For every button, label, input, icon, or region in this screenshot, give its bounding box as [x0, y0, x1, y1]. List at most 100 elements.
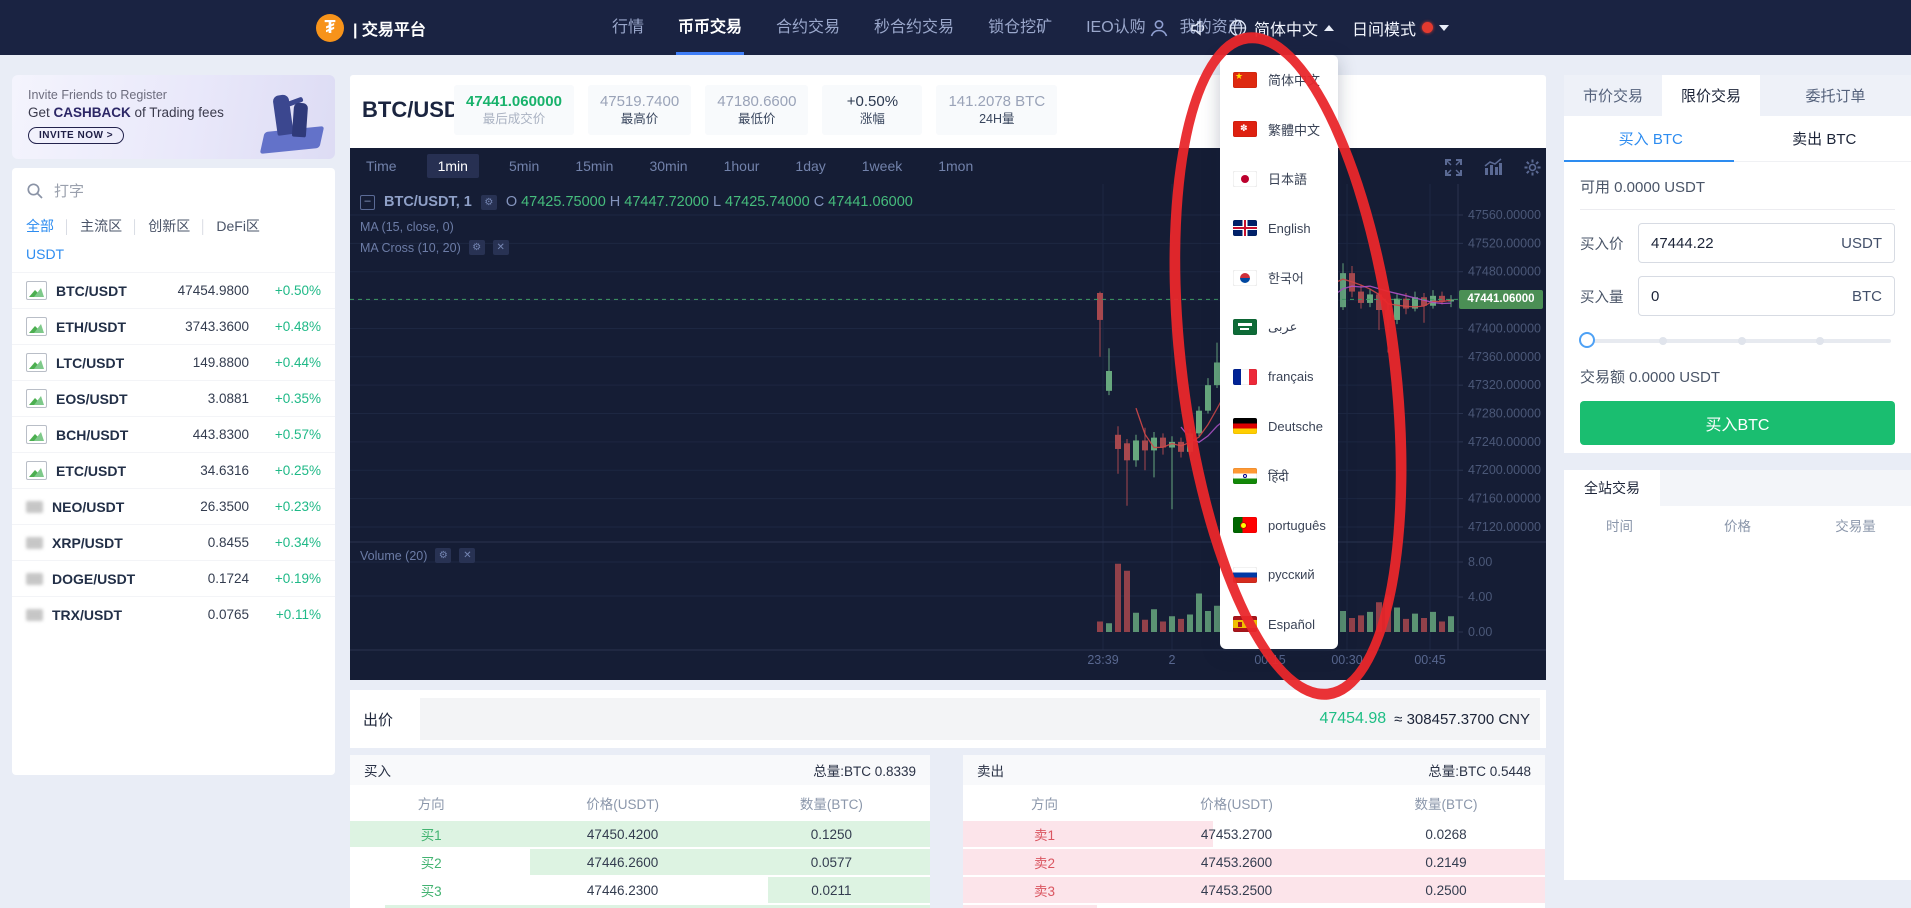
coin-row-DOGE[interactable]: DOGE/USDT 0.1724 +0.19%: [12, 560, 335, 596]
collapse-legend-icon[interactable]: –: [360, 194, 375, 210]
legend-pair: BTC/USDT, 1: [384, 194, 472, 210]
stat-value: 47180.6600: [717, 93, 797, 110]
buy-amount-input[interactable]: 0 BTC: [1638, 276, 1895, 316]
orderbook-row[interactable]: 卖2 47453.2600 0.2149: [963, 848, 1545, 876]
buy-amount-label: 买入量: [1580, 289, 1624, 306]
interval-1day[interactable]: 1day: [789, 154, 831, 178]
interval-Time[interactable]: Time: [360, 154, 403, 178]
orderbook-row[interactable]: [963, 904, 1545, 908]
language-option-cn[interactable]: ★ 简体中文: [1220, 55, 1338, 105]
amount-slider[interactable]: [1579, 332, 1895, 350]
language-label: português: [1268, 517, 1326, 533]
tab-sell-btc[interactable]: 卖出 BTC: [1738, 116, 1911, 161]
sun-icon: [1422, 22, 1434, 33]
coin-row-NEO[interactable]: NEO/USDT 26.3500 +0.23%: [12, 488, 335, 524]
language-option-de[interactable]: Deutsche: [1220, 402, 1338, 452]
coin-row-ETH[interactable]: ETH/USDT 3743.3600 +0.48%: [12, 308, 335, 344]
nav-item-币币交易[interactable]: 币币交易: [676, 0, 745, 55]
candlestick-chart[interactable]: 47560.0000047520.0000047480.0000047440.0…: [350, 148, 1546, 680]
quote-group-usdt[interactable]: USDT: [26, 246, 64, 262]
interval-15min[interactable]: 15min: [569, 154, 619, 178]
zone-tab-创新区[interactable]: 创新区: [148, 216, 190, 236]
orderbook-row[interactable]: 卖1 47453.2700 0.0268: [963, 820, 1545, 848]
theme-mode-toggle[interactable]: 日间模式: [1352, 16, 1450, 40]
series-settings-gear-icon[interactable]: ⚙: [480, 194, 497, 210]
stat-最高价: 47519.7400 最高价: [587, 85, 692, 135]
language-option-kr[interactable]: 한국어: [1220, 253, 1338, 303]
ohlc-value: 47425.74000: [725, 194, 810, 210]
volume-remove-icon[interactable]: ✕: [459, 548, 476, 563]
language-option-in[interactable]: हिंदी: [1220, 451, 1338, 501]
tab-all-trades[interactable]: 全站交易: [1564, 470, 1660, 506]
coin-row-BTC[interactable]: BTC/USDT 47454.9800 +0.50%: [12, 272, 335, 308]
search-input[interactable]: 打字: [26, 180, 84, 201]
nav-item-IEO认购[interactable]: IEO认购: [1084, 0, 1148, 55]
brand-logo[interactable]: ₮ | 交易平台: [316, 0, 426, 55]
coin-price: 47454.9800: [177, 283, 249, 298]
interval-1mon[interactable]: 1mon: [932, 154, 979, 178]
user-icon[interactable]: [1148, 17, 1170, 39]
coin-price: 0.0765: [207, 607, 249, 622]
language-option-jp[interactable]: 日本語: [1220, 154, 1338, 204]
interval-1hour[interactable]: 1hour: [718, 154, 766, 178]
interval-5min[interactable]: 5min: [503, 154, 545, 178]
language-option-pt[interactable]: português: [1220, 501, 1338, 551]
orderbook-row[interactable]: [350, 904, 930, 908]
indicator-icon[interactable]: [1483, 158, 1503, 177]
coin-row-XRP[interactable]: XRP/USDT 0.8455 +0.34%: [12, 524, 335, 560]
fullscreen-icon[interactable]: [1444, 158, 1463, 177]
coin-row-BCH[interactable]: BCH/USDT 443.8300 +0.57%: [12, 416, 335, 452]
announcement-speaker-icon[interactable]: [1188, 17, 1210, 39]
svg-text:00:45: 00:45: [1414, 653, 1445, 667]
coin-row-TRX[interactable]: TRX/USDT 0.0765 +0.11%: [12, 596, 335, 632]
ma-remove-icon[interactable]: ✕: [492, 240, 509, 255]
coin-row-LTC[interactable]: LTC/USDT 149.8800 +0.44%: [12, 344, 335, 380]
coin-row-EOS[interactable]: EOS/USDT 3.0881 +0.35%: [12, 380, 335, 416]
ma-settings-gear-icon[interactable]: ⚙: [468, 240, 485, 255]
orderbook-col-数量(BTC): 数量(BTC): [799, 796, 863, 812]
orderbook-title-row: 卖出 总量:BTC 0.5448: [963, 755, 1545, 785]
tab-open-orders[interactable]: 委托订单: [1760, 75, 1911, 116]
language-option-sa[interactable]: عربى: [1220, 303, 1338, 353]
volume-settings-gear-icon[interactable]: ⚙: [435, 548, 452, 563]
slider-track[interactable]: [1580, 339, 1891, 343]
language-option-hk[interactable]: ✽ 繁體中文: [1220, 105, 1338, 155]
zone-tab-DeFi区[interactable]: DeFi区: [216, 216, 260, 236]
stat-label: 最低价: [738, 112, 776, 126]
zone-tab-主流区[interactable]: 主流区: [80, 216, 122, 236]
language-option-ru[interactable]: русский: [1220, 550, 1338, 600]
tab-buy-btc[interactable]: 买入 BTC: [1564, 116, 1738, 161]
tab-limit-trade[interactable]: 限价交易: [1662, 75, 1760, 116]
orderbook-row[interactable]: 买2 47446.2600 0.0577: [350, 848, 930, 876]
nav-item-秒合约交易[interactable]: 秒合约交易: [872, 0, 956, 55]
slider-handle[interactable]: [1579, 332, 1595, 348]
orderbook-row[interactable]: 买1 47450.4200 0.1250: [350, 820, 930, 848]
orderbook-row[interactable]: 买3 47446.2300 0.0211: [350, 876, 930, 904]
flag-pt-icon: [1233, 517, 1257, 534]
invite-now-button[interactable]: INVITE NOW >: [28, 127, 125, 144]
language-option-es[interactable]: Español: [1220, 600, 1338, 650]
language-selector[interactable]: 简体中文: [1228, 16, 1335, 40]
orderbook-row[interactable]: 卖3 47453.2500 0.2500: [963, 876, 1545, 904]
interval-1week[interactable]: 1week: [856, 154, 908, 178]
buy-price-input[interactable]: 47444.22 USDT: [1638, 223, 1895, 263]
nav-item-合约交易[interactable]: 合约交易: [774, 0, 842, 55]
nav-item-锁仓挖矿[interactable]: 锁仓挖矿: [986, 0, 1054, 55]
buy-btc-button[interactable]: 买入BTC: [1580, 401, 1895, 445]
nav-item-行情[interactable]: 行情: [610, 0, 646, 55]
tab-market-trade[interactable]: 市价交易: [1564, 75, 1662, 116]
orderbook-buy-table: 买入 总量:BTC 0.8339 方向 价格(USDT) 数量(BTC) 买1 47450.…: [350, 755, 930, 908]
language-option-gb[interactable]: English: [1220, 204, 1338, 254]
svg-text:47360.00000: 47360.00000: [1468, 350, 1541, 364]
flag-in-icon: [1233, 467, 1257, 484]
chart-settings-gear-icon[interactable]: [1523, 158, 1542, 177]
coin-price: 26.3500: [200, 499, 249, 514]
interval-1min[interactable]: 1min: [426, 154, 479, 178]
search-icon: [27, 182, 43, 199]
invite-banner[interactable]: Invite Friends to Register Get CASHBACK …: [12, 75, 335, 159]
ohlc-values: O 47425.75000 H 47447.72000 L 47425.74000 C 474…: [506, 194, 913, 210]
zone-tab-全部[interactable]: 全部: [26, 216, 54, 236]
language-option-fr[interactable]: français: [1220, 352, 1338, 402]
coin-row-ETC[interactable]: ETC/USDT 34.6316 +0.25%: [12, 452, 335, 488]
interval-30min[interactable]: 30min: [643, 154, 693, 178]
